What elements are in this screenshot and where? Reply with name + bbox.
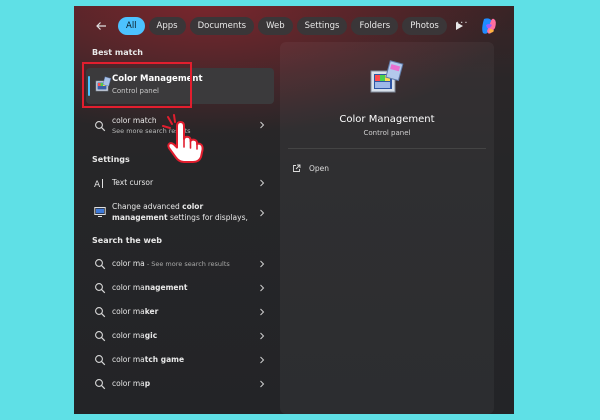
chevron-right-icon [260,356,265,364]
chevron-right-icon [260,179,265,187]
filter-tabs: All Apps Documents Web Settings Folders … [118,17,467,35]
tab-photos[interactable]: Photos [402,17,447,35]
result-text: color map [112,379,151,388]
tab-documents[interactable]: Documents [189,17,255,35]
web-result[interactable]: color map [86,373,274,395]
hand-pointer-icon [162,114,204,163]
preview-subtitle: Control panel [363,129,411,137]
tab-folders[interactable]: Folders [351,17,399,35]
chevron-right-icon [260,284,265,292]
copilot-button[interactable] [478,15,500,37]
settings-heading: Settings [92,155,130,164]
web-result[interactable]: color maker [86,301,274,323]
result-text-cursor[interactable]: A Text cursor [86,172,274,194]
tab-all[interactable]: All [118,17,145,35]
tab-apps[interactable]: Apps [148,17,186,35]
chevron-right-icon [260,380,265,388]
open-label: Open [309,163,330,173]
best-match-heading: Best match [92,48,143,57]
search-web-heading: Search the web [92,236,163,245]
web-result[interactable]: color management [86,277,274,299]
chevron-right-icon [260,260,265,268]
result-text: color match game [112,355,185,364]
result-title: color match [112,116,157,125]
divider [288,148,486,149]
svg-text:A: A [94,180,101,189]
tab-web[interactable]: Web [258,17,293,35]
search-icon [95,331,106,342]
result-line-1: Change advanced color [112,202,204,211]
search-icon [95,121,106,132]
chevron-right-icon [260,332,265,340]
display-icon [94,207,106,217]
search-icon [95,259,106,270]
web-result[interactable]: color ma - See more search results [86,253,274,275]
copilot-icon [482,18,496,34]
chevron-right-icon [260,121,265,129]
more-options-button[interactable]: ··· [456,18,469,29]
search-toolbar: All Apps Documents Web Settings Folders … [74,14,514,38]
chevron-right-icon [260,308,265,316]
tab-settings[interactable]: Settings [296,17,348,35]
open-external-icon [293,164,301,172]
search-icon [95,355,106,366]
result-line-2: management settings for displays, [112,213,248,222]
color-management-large-icon [370,60,404,93]
open-action[interactable]: Open [292,161,329,175]
result-title: Text cursor [112,178,154,187]
result-text: color magic [112,331,158,340]
back-button[interactable] [90,15,112,37]
web-result[interactable]: color magic [86,325,274,347]
highlight-box [82,62,192,108]
web-result[interactable]: color match game [86,349,274,371]
result-text: color maker [112,307,159,316]
chevron-right-icon [260,209,265,217]
result-text: color ma - See more search results [112,259,230,268]
search-icon [95,379,106,390]
result-advanced-color[interactable]: Change advanced color management setting… [86,200,274,226]
search-icon [95,283,106,294]
back-arrow-icon [96,22,106,30]
text-cursor-icon: A [94,179,103,189]
result-text: color management [112,283,188,292]
preview-title: Color Management [339,114,435,125]
preview-pane: Color Management Control panel Open [280,42,494,414]
search-icon [95,307,106,318]
